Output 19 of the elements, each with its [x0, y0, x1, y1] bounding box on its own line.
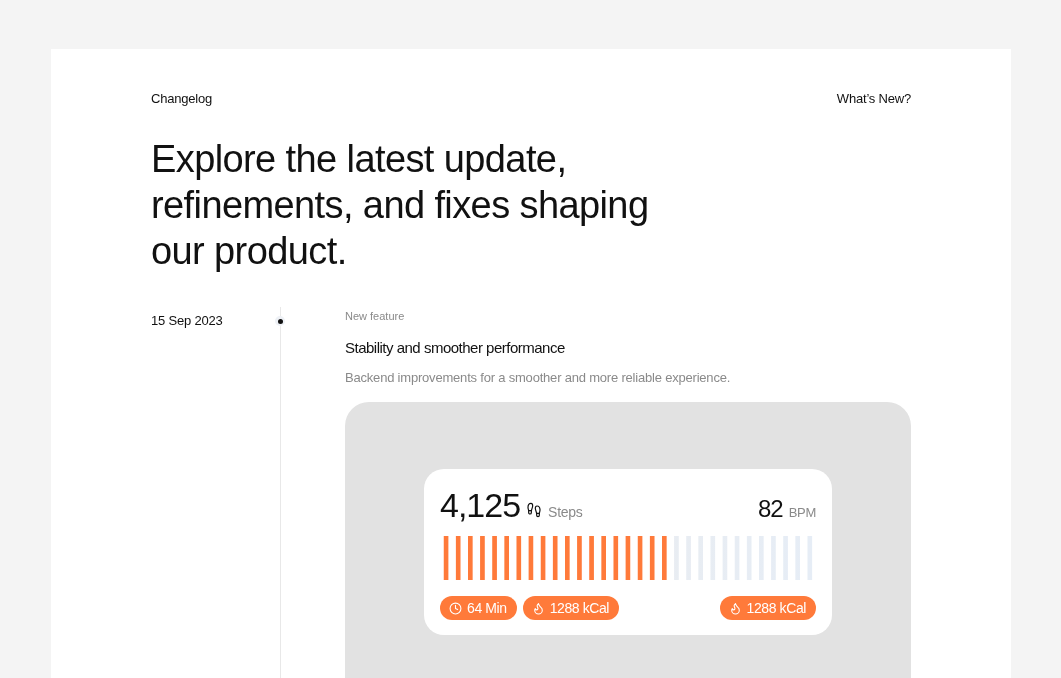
entry-title: Stability and smoother performance	[345, 339, 566, 356]
steps-unit: Steps	[548, 504, 583, 520]
flame-icon	[531, 601, 545, 615]
entry-tag: New feature	[345, 303, 911, 322]
entry-date: 15 Sep 2023	[151, 312, 224, 330]
headline: Explore the latest update, refinements, and fixes shaping our product.	[151, 137, 650, 274]
heart-rate-unit: BPM	[788, 505, 816, 520]
clock-icon	[449, 601, 462, 615]
page-title: Changelog	[151, 91, 213, 106]
heart-rate-value: 82	[758, 496, 783, 523]
steps-value: 4,125	[440, 487, 521, 525]
timeline-dot-icon	[275, 316, 285, 326]
whats-new-link[interactable]: What’s New?	[836, 91, 911, 106]
stat-badge: 64 Min	[440, 596, 517, 620]
stat-badge: 1288 kCal	[522, 596, 620, 620]
footprints-icon	[526, 501, 543, 518]
entry-description: Backend improvements for a smoother and more reliable experience.	[345, 370, 732, 385]
stat-badge: 1288 kCal	[719, 596, 816, 620]
flame-icon	[728, 601, 742, 615]
